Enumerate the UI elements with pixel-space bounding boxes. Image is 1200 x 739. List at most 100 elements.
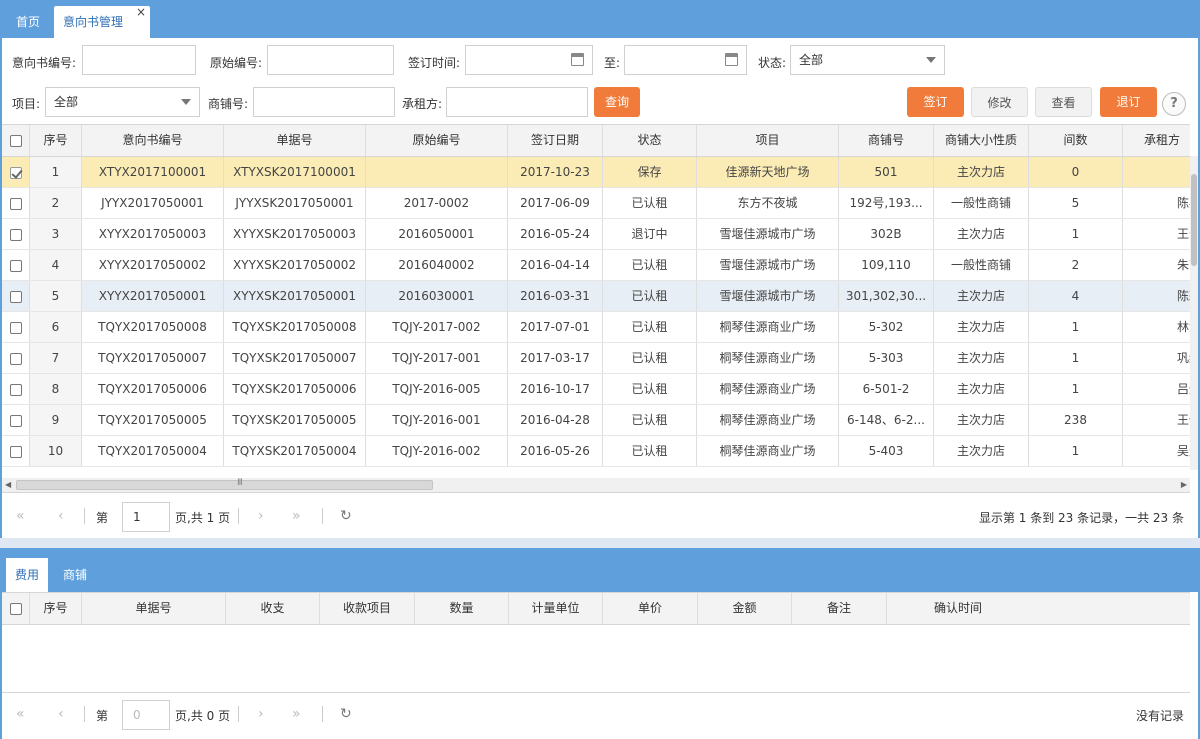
tab-fee[interactable]: 费用 <box>6 558 48 592</box>
table-row[interactable]: 8 TQYX2017050006 TQYXSK2017050006 TQJY-2016… <box>2 374 1190 405</box>
row-checkbox[interactable] <box>9 166 22 179</box>
col-header[interactable]: 意向书编号 <box>82 125 224 156</box>
row-checkbox-cell[interactable] <box>2 250 30 280</box>
row-checkbox[interactable] <box>9 445 22 458</box>
table-row[interactable]: 4 XYYX2017050002 XYYXSK2017050002 201604000… <box>2 250 1190 281</box>
close-icon[interactable]: × <box>136 0 146 28</box>
scrollbar-thumb[interactable] <box>1191 174 1197 266</box>
shop-no-input[interactable] <box>253 87 395 117</box>
first-page-icon[interactable]: « <box>16 706 25 722</box>
scroll-left-icon[interactable]: ◀ <box>5 480 11 489</box>
modify-button[interactable]: 修改 <box>971 87 1028 117</box>
row-checkbox[interactable] <box>9 259 22 272</box>
col-header[interactable]: 收款项目 <box>320 593 415 624</box>
col-header[interactable]: 收支 <box>226 593 320 624</box>
tab-intent-management[interactable]: 意向书管理 × <box>54 5 150 38</box>
refresh-icon[interactable]: ↻ <box>340 706 352 722</box>
header-checkbox-cell[interactable] <box>2 125 30 156</box>
project-select[interactable]: 全部 <box>45 87 200 117</box>
row-checkbox[interactable] <box>9 197 22 210</box>
row-checkbox[interactable] <box>9 383 22 396</box>
col-header[interactable]: 单据号 <box>82 593 226 624</box>
record-info: 显示第 1 条到 23 条记录，一共 23 条 <box>978 511 1184 525</box>
table-cell-count: 1 <box>1029 343 1123 373</box>
help-icon[interactable]: ? <box>1162 92 1186 116</box>
col-header[interactable]: 确认时间 <box>887 593 1029 624</box>
col-header[interactable]: 金额 <box>698 593 792 624</box>
row-checkbox-cell[interactable] <box>2 374 30 404</box>
header-checkbox-cell[interactable] <box>2 593 30 624</box>
col-header[interactable]: 承租方 <box>1123 125 1190 156</box>
row-checkbox-cell[interactable] <box>2 405 30 435</box>
last-page-icon[interactable]: » <box>292 508 301 524</box>
horizontal-scrollbar[interactable]: ◀ III ▶ <box>2 478 1190 492</box>
col-header[interactable]: 单价 <box>603 593 698 624</box>
tab-shop[interactable]: 商铺 <box>63 558 87 592</box>
col-header[interactable]: 状态 <box>603 125 697 156</box>
table-row[interactable]: 10 TQYX2017050004 TQYXSK2017050004 TQJY-201… <box>2 436 1190 467</box>
col-header[interactable]: 计量单位 <box>509 593 603 624</box>
row-checkbox-cell[interactable] <box>2 188 30 218</box>
table-cell-doc: TQYXSK2017050007 <box>224 343 366 373</box>
table-cell-nature: 一般性商铺 <box>934 250 1029 280</box>
col-header[interactable]: 序号 <box>30 125 82 156</box>
table-row[interactable]: 2 JYYX2017050001 JYYXSK2017050001 2017-0002… <box>2 188 1190 219</box>
page-number-input[interactable]: 1 <box>122 502 170 532</box>
col-header[interactable]: 项目 <box>697 125 839 156</box>
row-checkbox[interactable] <box>9 321 22 334</box>
row-checkbox[interactable] <box>9 228 22 241</box>
table-row[interactable]: 5 XYYX2017050001 XYYXSK2017050001 201603000… <box>2 281 1190 312</box>
scrollbar-thumb[interactable]: III <box>16 478 433 490</box>
next-page-icon[interactable]: › <box>258 508 264 524</box>
tenant-input[interactable] <box>446 87 588 117</box>
sign-button[interactable]: 签订 <box>907 87 964 117</box>
first-page-icon[interactable]: « <box>16 508 25 524</box>
sign-time-to-input[interactable] <box>624 45 747 75</box>
select-all-checkbox[interactable] <box>9 602 22 615</box>
cancel-order-button[interactable]: 退订 <box>1100 87 1157 117</box>
view-button[interactable]: 查看 <box>1035 87 1092 117</box>
table-cell-orig: TQJY-2017-001 <box>366 343 508 373</box>
col-header[interactable]: 商铺号 <box>839 125 934 156</box>
tab-home[interactable]: 首页 <box>6 6 50 38</box>
table-row[interactable]: 6 TQYX2017050008 TQYXSK2017050008 TQJY-2017… <box>2 312 1190 343</box>
orig-no-input[interactable] <box>267 45 394 75</box>
row-checkbox-cell[interactable] <box>2 343 30 373</box>
vertical-scrollbar[interactable] <box>1190 156 1198 470</box>
calendar-icon[interactable] <box>725 53 738 66</box>
sign-time-from-input[interactable] <box>465 45 593 75</box>
intent-no-input[interactable] <box>82 45 196 75</box>
scroll-right-icon[interactable]: ▶ <box>1181 480 1187 489</box>
select-all-checkbox[interactable] <box>9 134 22 147</box>
table-row[interactable]: 1 XTYX2017100001 XTYXSK2017100001 2017-10-2… <box>2 157 1190 188</box>
table-row[interactable]: 7 TQYX2017050007 TQYXSK2017050007 TQJY-2017… <box>2 343 1190 374</box>
row-checkbox[interactable] <box>9 290 22 303</box>
col-header[interactable]: 序号 <box>30 593 82 624</box>
col-header[interactable]: 备注 <box>792 593 887 624</box>
last-page-icon[interactable]: » <box>292 706 301 722</box>
row-checkbox[interactable] <box>9 352 22 365</box>
row-checkbox-cell[interactable] <box>2 312 30 342</box>
col-header[interactable]: 单据号 <box>224 125 366 156</box>
col-header[interactable]: 商铺大小性质 <box>934 125 1029 156</box>
table-cell-tenant: 吕炜 <box>1123 374 1190 404</box>
status-select[interactable]: 全部 <box>790 45 945 75</box>
prev-page-icon[interactable]: ‹ <box>58 508 64 524</box>
col-header[interactable]: 数量 <box>415 593 509 624</box>
calendar-icon[interactable] <box>571 53 584 66</box>
row-checkbox-cell[interactable] <box>2 157 30 187</box>
row-checkbox[interactable] <box>9 414 22 427</box>
row-checkbox-cell[interactable] <box>2 436 30 466</box>
prev-page-icon[interactable]: ‹ <box>58 706 64 722</box>
table-row[interactable]: 9 TQYX2017050005 TQYXSK2017050005 TQJY-2016… <box>2 405 1190 436</box>
refresh-icon[interactable]: ↻ <box>340 508 352 524</box>
query-button[interactable]: 查询 <box>594 87 640 117</box>
col-header[interactable]: 签订日期 <box>508 125 603 156</box>
table-row[interactable]: 3 XYYX2017050003 XYYXSK2017050003 201605000… <box>2 219 1190 250</box>
row-checkbox-cell[interactable] <box>2 281 30 311</box>
page-number-input[interactable]: 0 <box>122 700 170 730</box>
row-checkbox-cell[interactable] <box>2 219 30 249</box>
col-header[interactable]: 间数 <box>1029 125 1123 156</box>
next-page-icon[interactable]: › <box>258 706 264 722</box>
col-header[interactable]: 原始编号 <box>366 125 508 156</box>
